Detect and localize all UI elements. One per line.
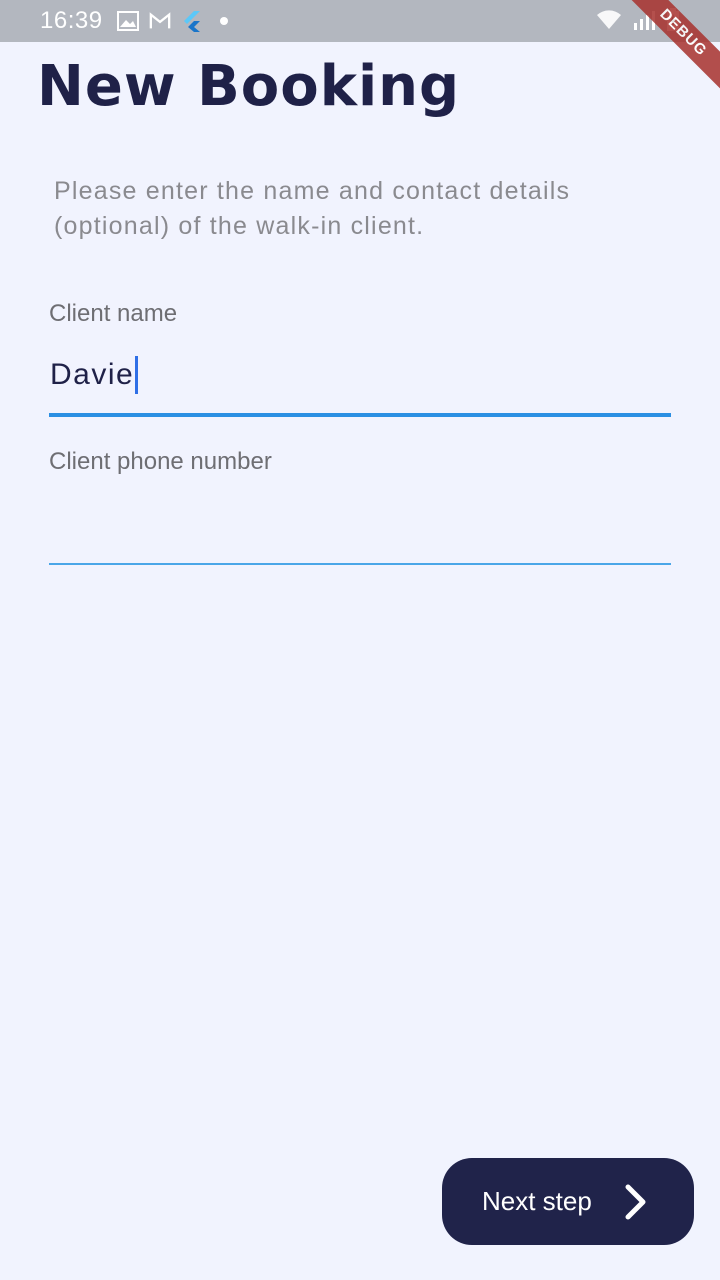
wifi-icon [596,9,622,36]
image-icon [116,10,139,32]
instructions-text: Please enter the name and contact detail… [54,177,571,240]
status-time: 16:39 [40,7,103,34]
flutter-icon [181,10,203,32]
client-phone-label: Client phone number [49,448,272,475]
client-name-label: Client name [49,300,178,327]
client-name-underline [49,413,671,417]
client-phone-underline [49,563,671,565]
page-title: New Booking [37,54,461,119]
client-name-input[interactable]: Davie [50,356,139,394]
text-cursor [135,356,139,394]
screen: 16:39 DEBUG New Booking Please enter the… [0,0,720,1280]
status-bar: 16:39 [0,0,720,42]
status-icons-left [116,10,235,32]
client-phone-input[interactable] [49,500,671,560]
next-step-button[interactable]: Next step [442,1158,694,1245]
client-name-value: Davie [50,358,135,391]
dot-icon [213,10,235,32]
next-step-label: Next step [482,1186,592,1216]
chevron-right-icon [624,1184,648,1220]
gmail-icon [149,10,171,32]
